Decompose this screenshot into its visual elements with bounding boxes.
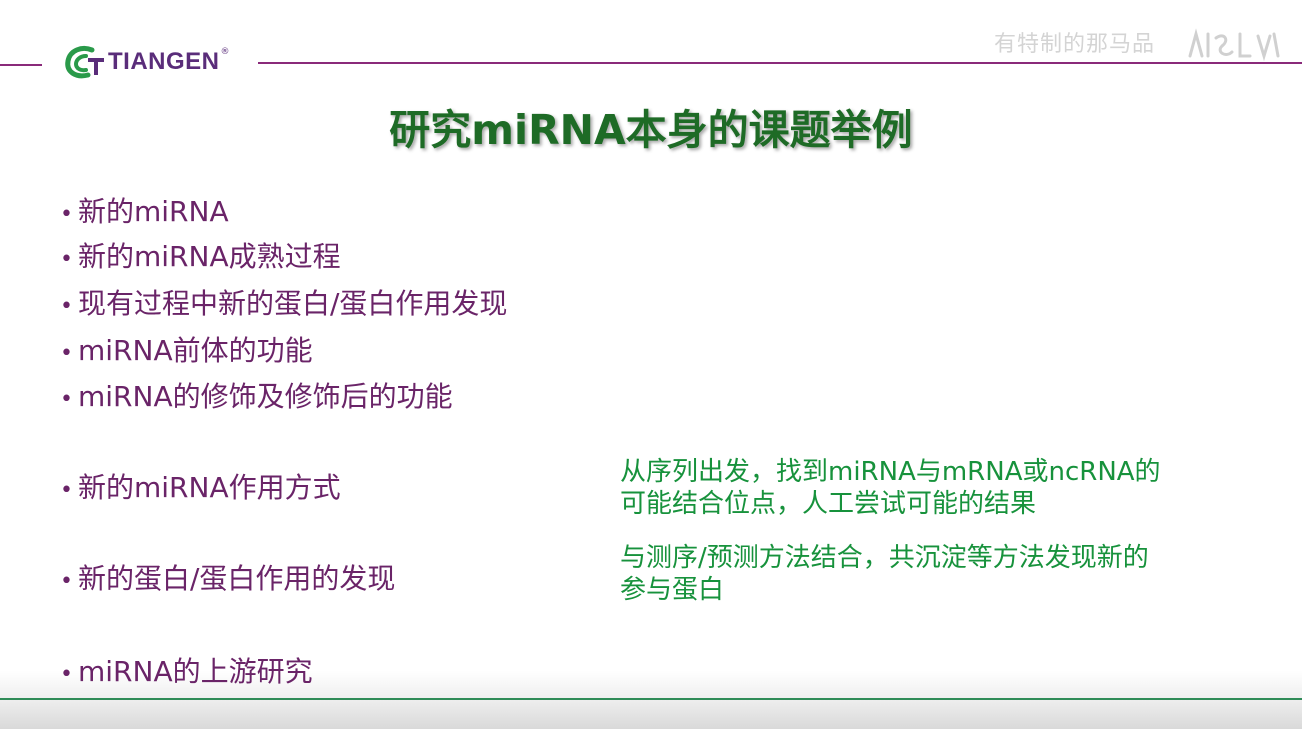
bullet-text: miRNA的修饰及修饰后的功能 <box>78 380 453 413</box>
note-sequence-binding: 从序列出发，找到miRNA与mRNA或ncRNA的 可能结合位点，人工尝试可能的… <box>620 456 1260 520</box>
bullet-item: • 新的miRNA <box>60 192 229 235</box>
bullet-text: 新的miRNA <box>78 195 229 228</box>
bullet-dot: • <box>60 341 73 366</box>
tiangen-logo: TIANGEN ® <box>62 42 230 82</box>
bullet-dot: • <box>60 478 73 503</box>
watermark-logo-icon <box>1188 28 1280 62</box>
bullet-dot: • <box>60 662 73 687</box>
bullet-item: • 现有过程中新的蛋白/蛋白作用发现 <box>60 284 507 327</box>
note-line: 可能结合位点，人工尝试可能的结果 <box>620 489 1037 519</box>
bullet-item: • miRNA前体的功能 <box>60 331 313 374</box>
bullet-dot: • <box>60 294 73 319</box>
bullet-item: • miRNA的修饰及修饰后的功能 <box>60 377 453 420</box>
footer-rule <box>0 698 1302 700</box>
bullet-item: • miRNA的上游研究 <box>60 652 313 695</box>
logo-registered-mark: ® <box>220 47 230 57</box>
logo-wordmark: TIANGEN <box>108 48 220 75</box>
bullet-dot: • <box>60 569 73 594</box>
note-line: 从序列出发，找到miRNA与mRNA或ncRNA的 <box>620 457 1161 487</box>
bullet-dot: • <box>60 247 73 272</box>
tiangen-logo-icon <box>65 45 104 79</box>
bullet-text: miRNA的上游研究 <box>78 655 313 688</box>
bullet-item: • 新的蛋白/蛋白作用的发现 <box>60 559 395 602</box>
bullet-text: miRNA前体的功能 <box>78 334 313 367</box>
bullet-item: • 新的miRNA成熟过程 <box>60 237 341 280</box>
bullet-dot: • <box>60 387 73 412</box>
bullet-text: 新的miRNA作用方式 <box>78 471 341 504</box>
slide: TIANGEN ® 有特制的那马品 研究miRNA本身的课题举例 • 新的miRNA… <box>0 0 1302 729</box>
bullet-item: • 新的miRNA作用方式 <box>60 468 341 511</box>
note-line: 参与蛋白 <box>620 575 725 605</box>
slide-title: 研究miRNA本身的课题举例 <box>389 106 913 154</box>
bullet-text: 新的蛋白/蛋白作用的发现 <box>78 562 396 595</box>
bullet-text: 现有过程中新的蛋白/蛋白作用发现 <box>78 287 508 320</box>
watermark-text: 有特制的那马品 <box>994 32 1156 57</box>
header-rule-right <box>258 62 1302 64</box>
bullet-text: 新的miRNA成熟过程 <box>78 240 341 273</box>
header-rule-left <box>0 64 42 66</box>
note-line: 与测序/预测方法结合，共沉淀等方法发现新的 <box>620 543 1149 573</box>
note-protein-discovery: 与测序/预测方法结合，共沉淀等方法发现新的 参与蛋白 <box>620 542 1260 606</box>
bullet-dot: • <box>60 202 73 227</box>
